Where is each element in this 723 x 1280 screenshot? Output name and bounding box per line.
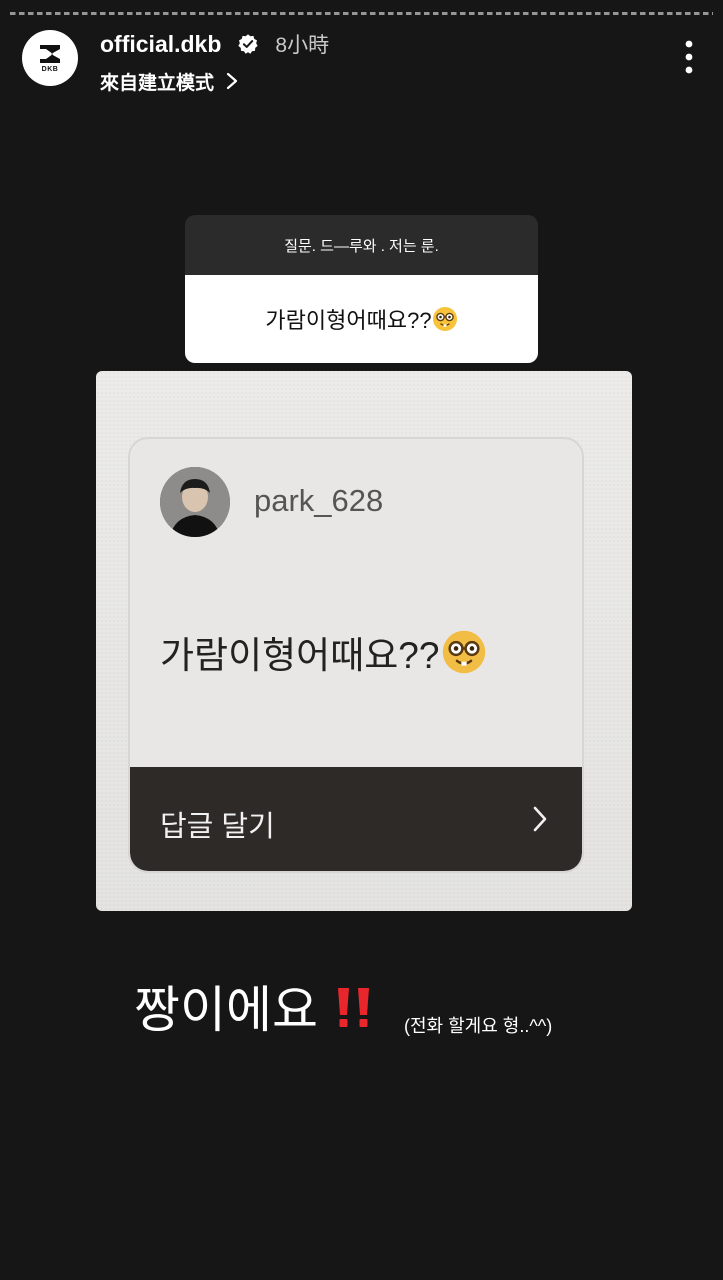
question-sticker[interactable]: 질문. 드—루와 . 저는 룬. 가람이형어때요?? [185,215,538,363]
reply-label: 답글 달기 [160,811,275,843]
question-answer: 가람이형어때요?? [265,308,432,333]
double-exclamation-icon [338,988,369,1027]
creation-mode-label: 來自建立模式 [100,72,215,94]
reply-bar: 답글 달기 [130,767,582,871]
verified-badge-icon [238,34,259,54]
story-photo: park_628 가람이형어때요?? 답글 달기 [96,371,632,911]
photo-question-card: park_628 가람이형어때요?? 답글 달기 [128,437,584,873]
photo-question-text: 가람이형어때요?? [160,635,440,676]
chevron-right-icon [533,806,547,832]
asker-avatar [160,467,230,537]
dkb-logo-icon [40,45,60,63]
chevron-right-icon [226,72,238,90]
more-vertical-icon[interactable] [685,40,693,74]
nerd-face-emoji [443,630,486,674]
asker-username: park_628 [254,483,384,518]
person-photo-icon [160,467,230,537]
story-progress-bar [10,12,713,15]
avatar-logo-text: DKB [41,66,59,73]
nerd-face-emoji [432,307,457,331]
caption-small-text: (전화 할게요 형..^^) [404,1016,553,1036]
creation-mode-link[interactable]: 來自建立模式 [100,68,238,94]
account-avatar[interactable]: DKB [22,30,78,86]
question-answer-row: 가람이형어때요?? [185,275,538,363]
post-time: 8小時 [275,34,330,57]
photo-question-row: 가람이형어때요?? [160,625,487,679]
account-username[interactable]: official.dkb [100,31,221,58]
question-prompt: 질문. 드—루와 . 저는 룬. [185,215,538,275]
story-header: official.dkb 8小時 [100,30,329,58]
story-caption: 짱이에요 (전화 할게요 형..^^) [134,980,552,1040]
caption-main-text: 짱이에요 [134,982,318,1038]
